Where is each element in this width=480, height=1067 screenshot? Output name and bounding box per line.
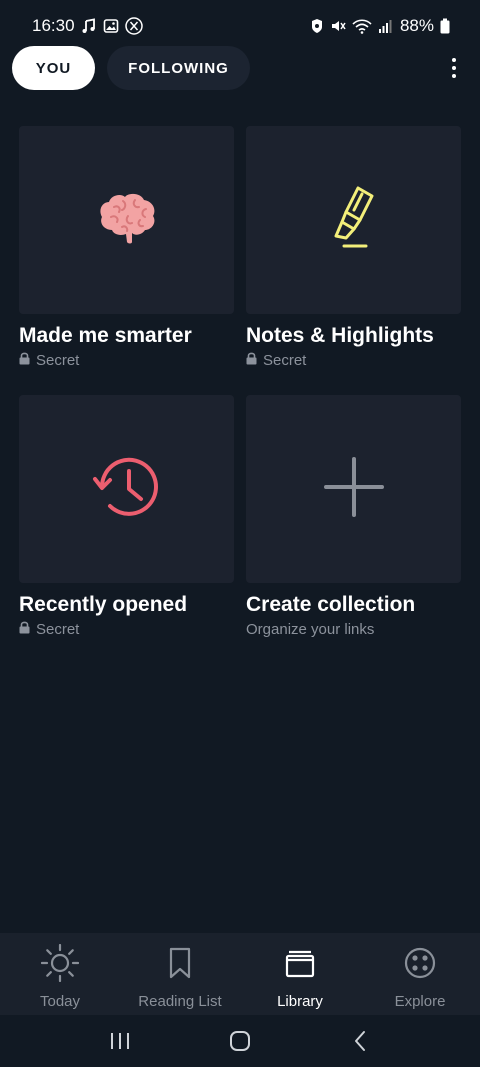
library-icon bbox=[281, 944, 319, 987]
lock-icon bbox=[246, 352, 257, 370]
highlighter-icon bbox=[326, 184, 382, 257]
nav-item-library[interactable]: Library bbox=[240, 933, 360, 1015]
status-left: 16:30 bbox=[32, 16, 143, 36]
collection-privacy-label: Secret bbox=[36, 352, 80, 369]
collection-subtitle: Secret bbox=[246, 352, 461, 370]
collection-privacy-label: Secret bbox=[36, 621, 80, 638]
battery-icon bbox=[440, 18, 450, 34]
x-logo-icon bbox=[124, 17, 143, 35]
collection-title: Made me smarter bbox=[19, 324, 192, 347]
clock: 16:30 bbox=[32, 16, 75, 35]
explore-icon bbox=[401, 944, 439, 987]
sun-icon bbox=[40, 943, 80, 987]
nav-item-reading-list[interactable]: Reading List bbox=[120, 933, 240, 1015]
nav-item-today[interactable]: Today bbox=[0, 933, 120, 1015]
back-button[interactable] bbox=[340, 1021, 380, 1061]
collection-thumbnail bbox=[19, 395, 234, 583]
system-navigation-bar bbox=[0, 1015, 480, 1067]
plus-icon bbox=[323, 456, 384, 522]
collection-card-recently-opened[interactable]: Recently opened Secret bbox=[19, 395, 234, 639]
lock-icon bbox=[19, 352, 30, 370]
collection-thumbnail bbox=[246, 126, 461, 314]
bookmark-icon bbox=[161, 944, 199, 987]
lock-icon bbox=[19, 621, 30, 639]
nav-label: Reading List bbox=[138, 993, 222, 1010]
create-collection-card[interactable]: Create collection Organize your links bbox=[246, 395, 461, 639]
vpn-icon bbox=[310, 18, 324, 34]
signal-icon bbox=[378, 18, 392, 34]
brain-icon bbox=[95, 190, 159, 251]
gallery-icon bbox=[103, 18, 119, 34]
nav-item-explore[interactable]: Explore bbox=[360, 933, 480, 1015]
collection-card-notes-highlights[interactable]: Notes & Highlights Secret bbox=[246, 126, 461, 370]
status-bar: 16:30 88% bbox=[0, 0, 480, 52]
status-right: 88% bbox=[310, 16, 450, 36]
more-options-icon[interactable] bbox=[444, 52, 464, 84]
collection-subtitle: Secret bbox=[19, 621, 234, 639]
collection-title: Create collection bbox=[246, 593, 416, 616]
bottom-navigation: Today Reading List Library Explore bbox=[0, 933, 480, 1015]
collection-card-made-me-smarter[interactable]: Made me smarter Secret bbox=[19, 126, 234, 370]
mute-icon bbox=[330, 18, 346, 34]
nav-label: Library bbox=[277, 993, 323, 1010]
collection-title: Recently opened bbox=[19, 593, 188, 616]
library-screen: 16:30 88% YOU FOLLOWING Made me smarter … bbox=[0, 0, 480, 1067]
collection-thumbnail bbox=[246, 395, 461, 583]
collection-subtitle: Secret bbox=[19, 352, 234, 370]
collection-description: Organize your links bbox=[246, 621, 375, 638]
collection-subtitle: Organize your links bbox=[246, 621, 461, 639]
collection-title: Notes & Highlights bbox=[246, 324, 434, 347]
tab-following[interactable]: FOLLOWING bbox=[107, 46, 250, 90]
history-icon bbox=[92, 454, 162, 525]
collection-privacy-label: Secret bbox=[263, 352, 307, 369]
music-note-icon bbox=[81, 18, 97, 34]
top-tab-bar: YOU FOLLOWING bbox=[0, 46, 480, 92]
tab-you[interactable]: YOU bbox=[12, 46, 95, 90]
wifi-icon bbox=[352, 18, 372, 34]
collection-thumbnail bbox=[19, 126, 234, 314]
nav-label: Explore bbox=[394, 993, 446, 1010]
recent-apps-button[interactable] bbox=[100, 1021, 140, 1061]
battery-percent: 88% bbox=[399, 16, 434, 35]
home-button[interactable] bbox=[220, 1021, 260, 1061]
nav-label: Today bbox=[39, 993, 81, 1010]
